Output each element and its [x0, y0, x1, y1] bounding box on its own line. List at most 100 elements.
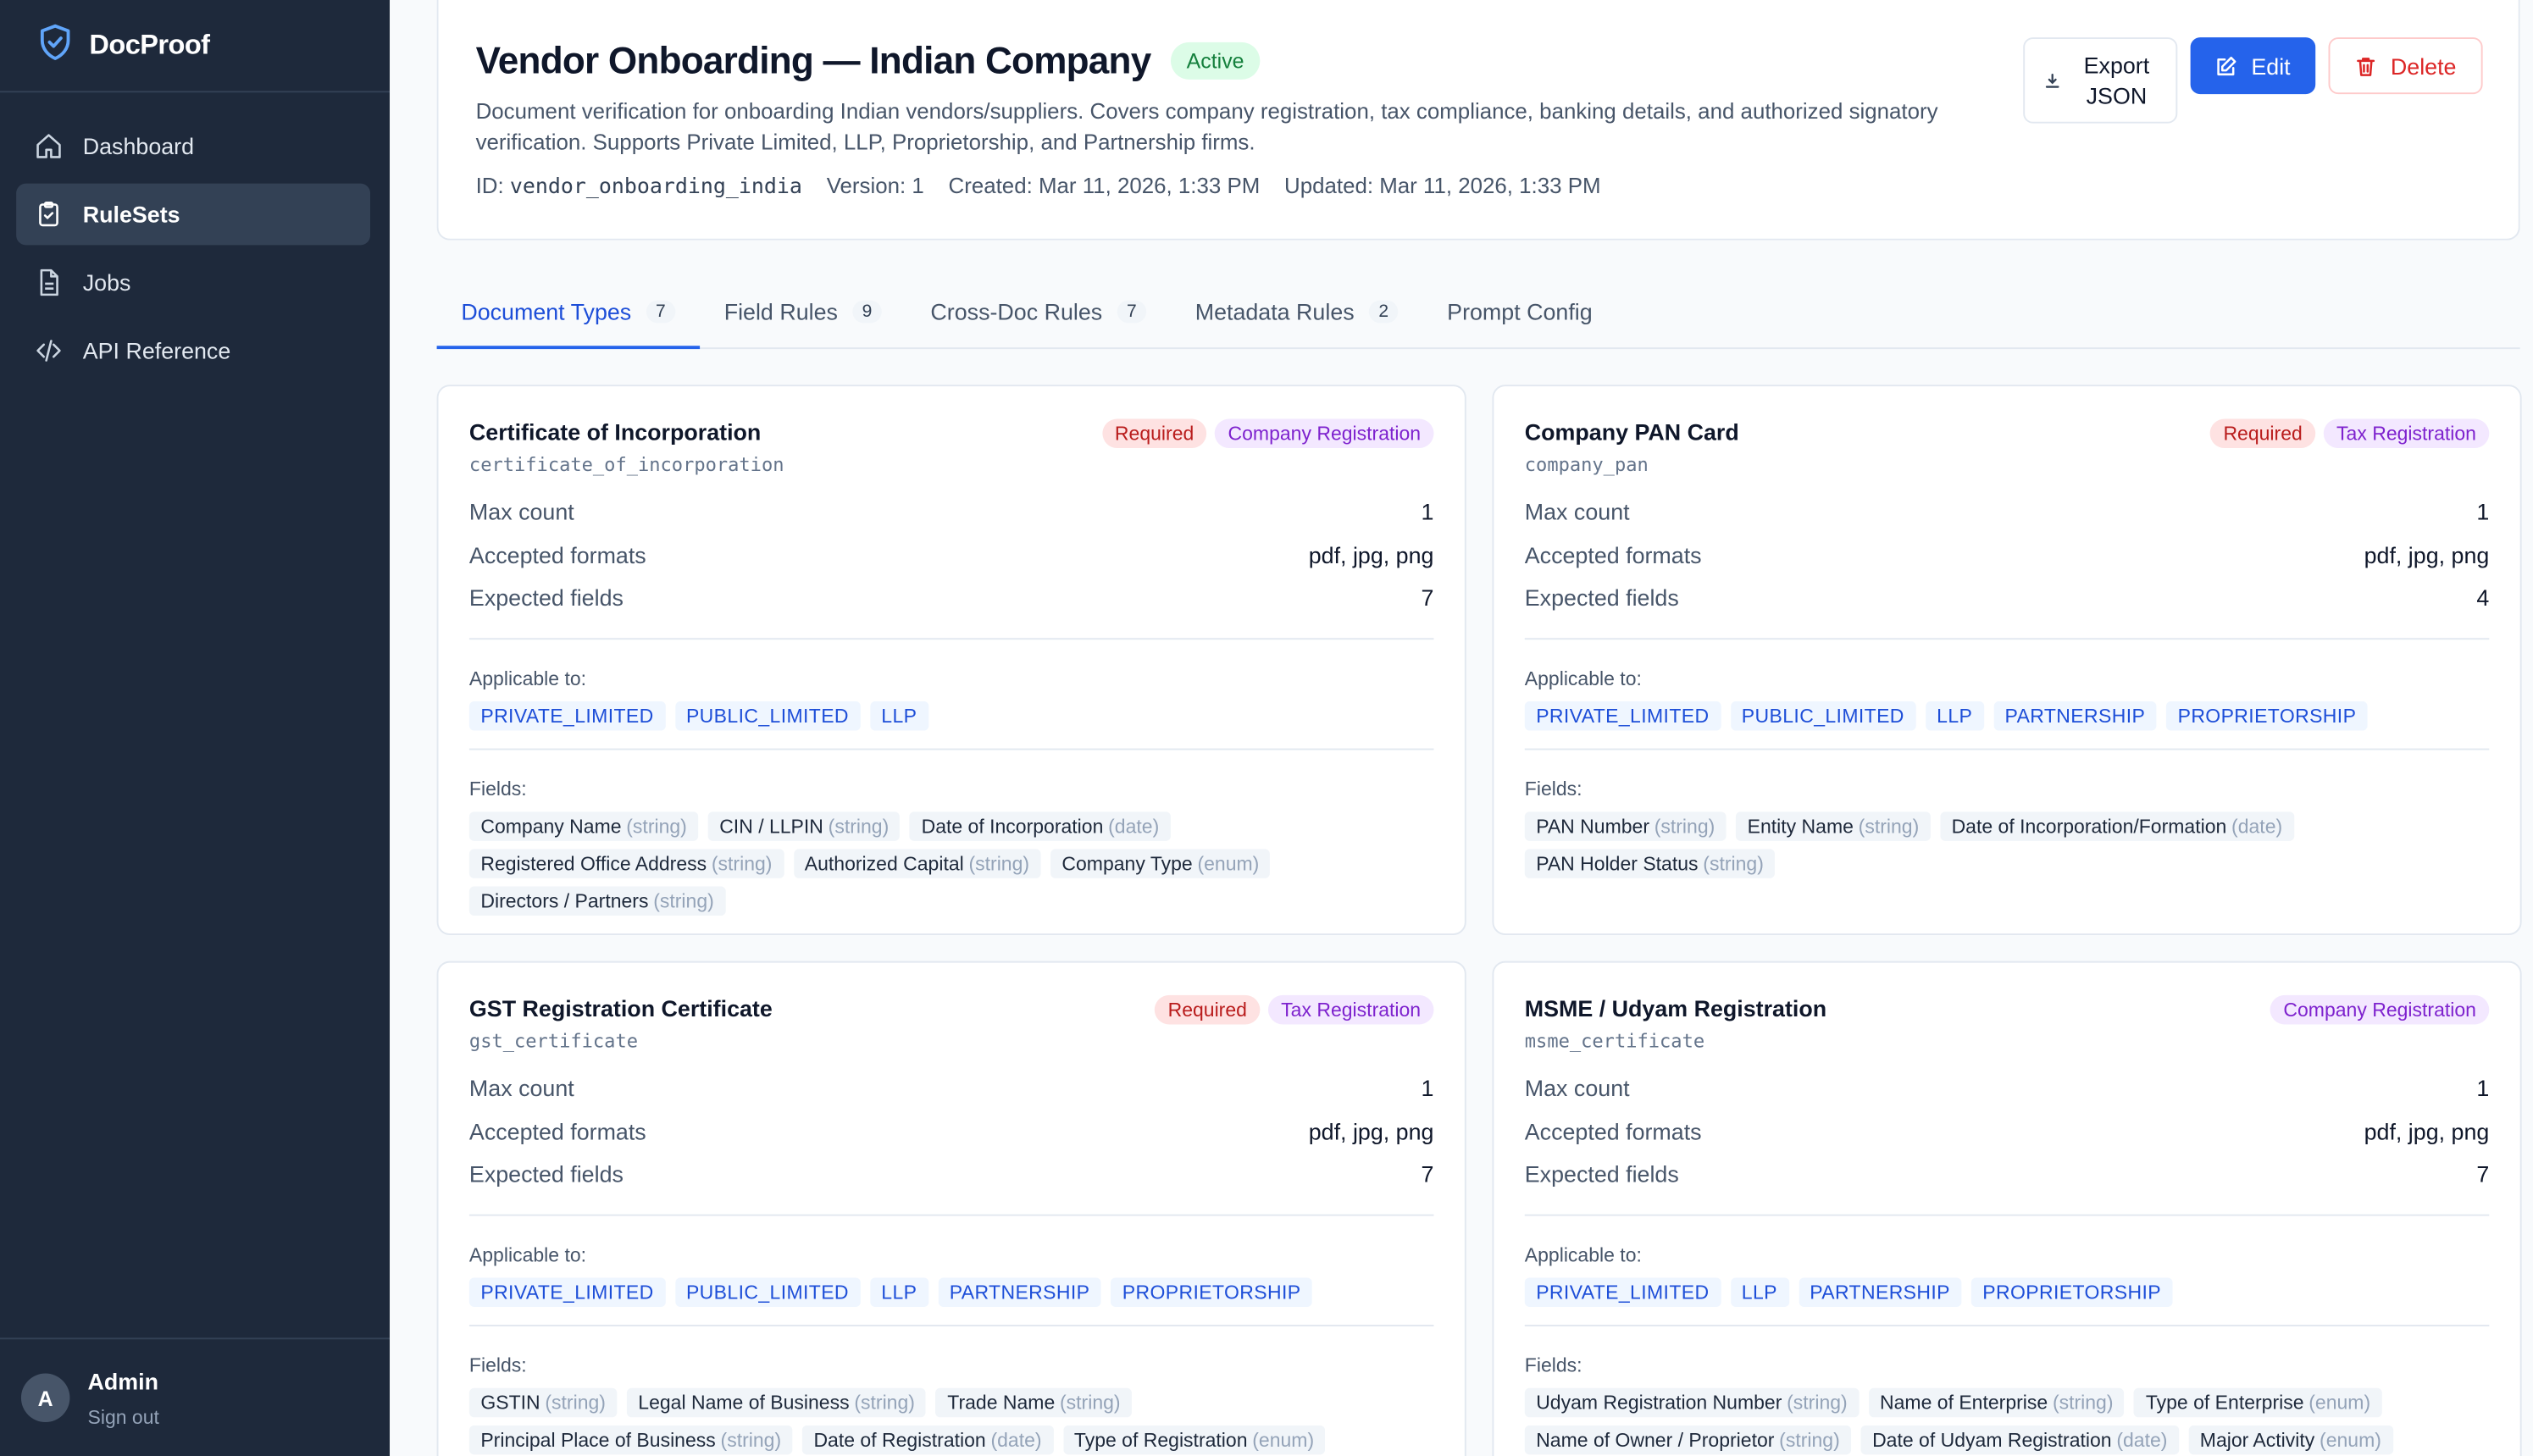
tab-label: Document Types [461, 298, 632, 325]
entity-chip: PRIVATE_LIMITED [1524, 700, 1721, 730]
page-title: Vendor Onboarding — Indian Company [475, 39, 1152, 81]
card-title: Certificate of Incorporation [468, 418, 762, 446]
max-count-label: Max count [1524, 498, 1630, 525]
formats-value: pdf, jpg, png [2364, 541, 2490, 568]
document-type-card[interactable]: Certificate of Incorporation certificate… [436, 385, 1466, 936]
expected-fields-value: 7 [1421, 1160, 1434, 1187]
code-icon [34, 336, 83, 366]
card-title: MSME / Udyam Registration [1524, 994, 1827, 1021]
edit-icon [2215, 54, 2251, 77]
category-badge: Company Registration [1215, 418, 1434, 449]
sidebar-item-label: API Reference [82, 337, 231, 364]
ruleset-description: Document verification for onboarding Ind… [475, 98, 1938, 155]
tab-label: Metadata Rules [1194, 298, 1355, 325]
entity-chip: PARTNERSHIP [938, 1276, 1101, 1306]
field-chip: Legal Name of Business (string) [626, 1387, 927, 1417]
max-count-label: Max count [468, 1075, 574, 1102]
ruleset-meta: ID: vendor_onboarding_india Version: 1 C… [476, 174, 2481, 200]
document-type-card[interactable]: MSME / Udyam Registration msme_certifica… [1492, 961, 2522, 1456]
tab-count: 9 [852, 300, 882, 324]
export-json-label: Export JSON [2083, 51, 2150, 108]
tab-field-rules[interactable]: Field Rules 9 [700, 276, 906, 347]
formats-value: pdf, jpg, png [1308, 1118, 1434, 1144]
entity-chip: PRIVATE_LIMITED [468, 700, 666, 730]
fields-list: GSTIN (string) Legal Name of Business (str… [468, 1387, 1434, 1454]
field-chip: Date of Incorporation (date) [910, 811, 1171, 840]
formats-value: pdf, jpg, png [1308, 541, 1434, 568]
field-chip: Date of Udyam Registration (date) [1860, 1424, 2179, 1454]
field-chip: Registered Office Address (string) [468, 848, 784, 877]
entity-chip: PRIVATE_LIMITED [468, 1276, 666, 1306]
id-label: ID: [475, 174, 504, 198]
home-icon [34, 131, 83, 161]
export-json-button[interactable]: Export JSON [2023, 37, 2178, 124]
sidebar-item-api-reference[interactable]: API Reference [16, 320, 370, 382]
document-type-card[interactable]: GST Registration Certificate gst_certifi… [436, 961, 1466, 1456]
edit-button[interactable]: Edit [2190, 37, 2316, 95]
formats-label: Accepted formats [1524, 1118, 1702, 1144]
user-name: Admin [87, 1367, 158, 1394]
card-code: company_pan [1524, 452, 1649, 476]
fields-label: Fields: [1524, 777, 1582, 800]
tab-prompt-config[interactable]: Prompt Config [1422, 276, 1616, 347]
formats-label: Accepted formats [468, 1118, 646, 1144]
category-badge: Company Registration [2270, 994, 2490, 1025]
field-chip: Company Name (string) [468, 811, 699, 840]
expected-fields-value: 7 [1421, 584, 1434, 612]
tab-cross-doc-rules[interactable]: Cross-Doc Rules 7 [906, 276, 1171, 347]
required-badge: Required [1101, 418, 1207, 449]
field-chip: Date of Incorporation/Formation (date) [1940, 811, 2294, 840]
tab-label: Prompt Config [1447, 298, 1593, 325]
tab-document-types[interactable]: Document Types 7 [436, 276, 700, 350]
field-chip: Entity Name (string) [1736, 811, 1931, 840]
tab-metadata-rules[interactable]: Metadata Rules 2 [1171, 276, 1422, 347]
sidebar-item-jobs[interactable]: Jobs [16, 252, 370, 313]
applicable-list: PRIVATE_LIMITED PUBLIC_LIMITED LLP PARTN… [1524, 700, 2490, 730]
shield-logo-icon [36, 22, 75, 69]
fields-label: Fields: [468, 777, 527, 800]
document-type-card[interactable]: Company PAN Card company_pan Required Ta… [1492, 385, 2522, 936]
fields-list: Udyam Registration Number (string) Name o… [1524, 1387, 2490, 1454]
field-chip: Date of Registration (date) [802, 1424, 1054, 1454]
status-badge: Active [1170, 42, 1261, 80]
applicable-list: PRIVATE_LIMITED PUBLIC_LIMITED LLP PARTN… [468, 1276, 1434, 1306]
entity-chip: PROPRIETORSHIP [1970, 1276, 2173, 1306]
field-chip: Directors / Partners (string) [468, 885, 726, 916]
tab-bar: Document Types 7 Field Rules 9 Cross-Doc… [436, 276, 2520, 350]
applicable-label: Applicable to: [468, 666, 587, 689]
updated-date: Updated: Mar 11, 2026, 1:33 PM [1284, 174, 1601, 198]
max-count-value: 1 [1421, 1075, 1434, 1102]
header-actions: Export JSON Edit Delete [2023, 37, 2483, 124]
main-content: Vendor Onboarding — Indian Company Activ… [390, 0, 2533, 1456]
brand[interactable]: DocProof [0, 0, 391, 93]
sidebar-item-rulesets[interactable]: RuleSets [16, 183, 371, 246]
clipboard-check-icon [34, 200, 83, 230]
expected-fields-value: 4 [2476, 584, 2490, 612]
category-badge: Tax Registration [2323, 418, 2490, 449]
sign-out-link[interactable]: Sign out [88, 1405, 159, 1428]
expected-fields-label: Expected fields [468, 584, 624, 612]
document-type-grid: Certificate of Incorporation certificate… [436, 385, 2522, 1456]
formats-label: Accepted formats [1524, 541, 1702, 568]
sidebar-item-label: Dashboard [82, 133, 195, 159]
entity-chip: LLP [1925, 700, 1984, 730]
sidebar-item-dashboard[interactable]: Dashboard [16, 115, 370, 177]
field-chip: Trade Name (string) [935, 1387, 1132, 1417]
category-badge: Tax Registration [1267, 994, 1434, 1025]
card-code: msme_certificate [1524, 1029, 1705, 1053]
field-chip: Major Activity (enum) [2188, 1424, 2393, 1454]
applicable-label: Applicable to: [1524, 1243, 1642, 1266]
field-chip: PAN Holder Status (string) [1524, 848, 1776, 877]
card-code: gst_certificate [468, 1029, 638, 1053]
formats-label: Accepted formats [468, 541, 646, 568]
entity-chip: PROPRIETORSHIP [1111, 1276, 1312, 1306]
delete-button[interactable]: Delete [2328, 37, 2483, 95]
avatar[interactable]: A [20, 1373, 70, 1423]
field-chip: Name of Owner / Proprietor (string) [1524, 1424, 1852, 1454]
tab-count: 7 [646, 300, 676, 324]
entity-chip: PUBLIC_LIMITED [674, 700, 861, 730]
max-count-value: 1 [2476, 498, 2490, 525]
field-chip: Name of Enterprise (string) [1868, 1387, 2125, 1417]
field-chip: Type of Registration (enum) [1062, 1424, 1326, 1454]
tab-label: Cross-Doc Rules [930, 298, 1103, 325]
